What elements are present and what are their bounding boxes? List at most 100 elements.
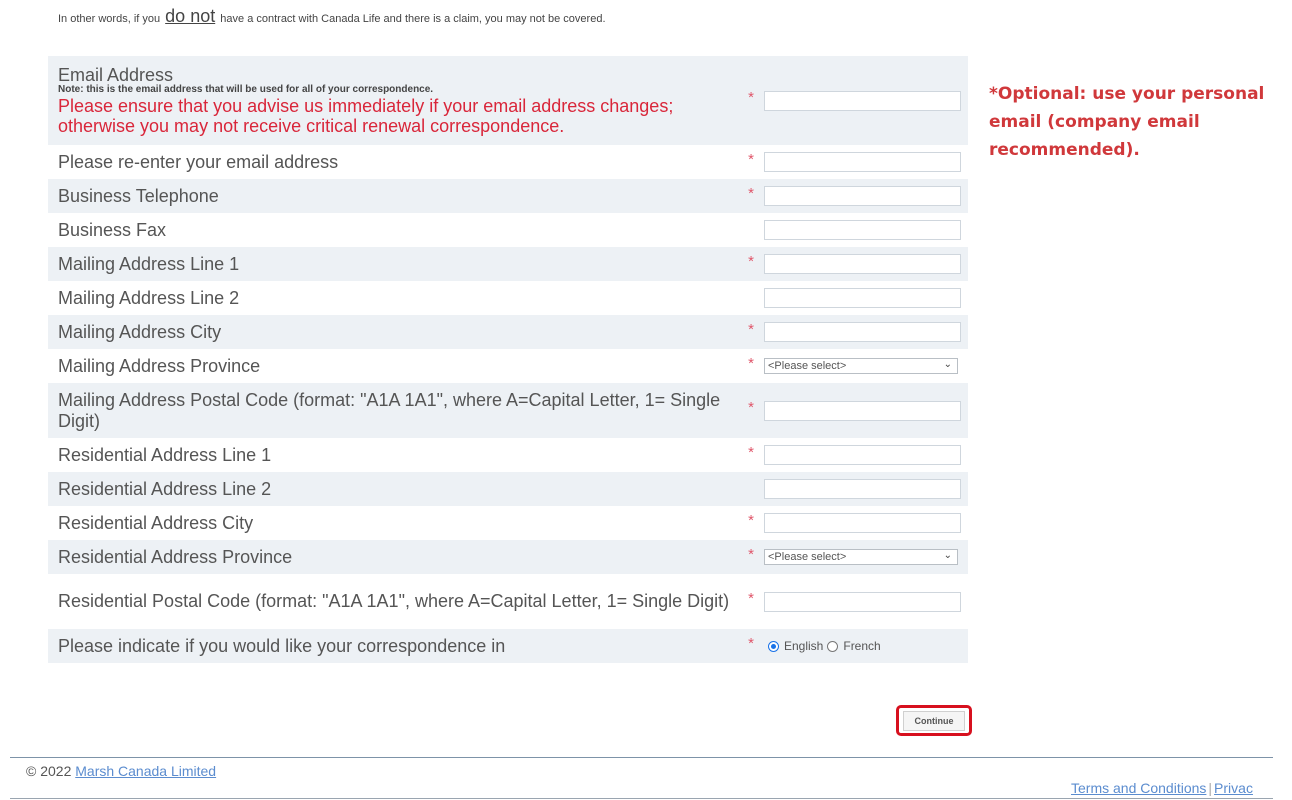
form-row: Please indicate if you would like your c…	[48, 629, 968, 663]
form-row: Business Telephone *	[48, 179, 968, 213]
intro-text: In other words, if you do not have a con…	[58, 6, 606, 27]
form-row: Residential Address City *	[48, 506, 968, 540]
form-row: Please re-enter your email address *	[48, 145, 968, 179]
field-label: Mailing Address City	[58, 321, 222, 342]
form-row: Mailing Address Line 1 *	[48, 247, 968, 281]
text-input[interactable]	[764, 445, 961, 465]
radio-label-french[interactable]: French	[843, 639, 880, 653]
email-label: Email Address	[58, 64, 174, 85]
text-input[interactable]	[764, 288, 961, 308]
required-marker: *	[748, 320, 754, 338]
required-marker: *	[748, 511, 754, 529]
required-marker: *	[748, 89, 754, 106]
optional-email-annotation: *Optional: use your personal email (comp…	[989, 84, 1265, 160]
field-label: Mailing Address Line 1	[58, 253, 240, 274]
text-input[interactable]	[764, 400, 961, 421]
text-input[interactable]	[764, 220, 961, 240]
form-row: Residential Address Line 1 *	[48, 438, 968, 472]
required-marker: *	[748, 184, 754, 202]
intro-prefix: In other words, if you	[58, 13, 161, 25]
contact-form: Email Address Note: this is the email ad…	[48, 56, 968, 663]
field-label: Residential Postal Code (format: "A1A 1A…	[58, 591, 730, 611]
form-row: Residential Postal Code (format: "A1A 1A…	[48, 574, 968, 629]
field-cell	[764, 400, 968, 421]
required-marker: *	[748, 399, 754, 416]
field-cell	[764, 513, 968, 533]
required-marker: *	[748, 443, 754, 461]
required-marker: *	[748, 354, 754, 372]
form-row: Business Fax	[48, 213, 968, 247]
email-label-cell: Email Address Note: this is the email ad…	[48, 66, 738, 136]
form-row: Residential Address Province * <Please sel…	[48, 540, 968, 574]
field-cell	[764, 322, 968, 342]
field-label: Residential Address City	[58, 512, 254, 533]
continue-highlight-box: Continue	[896, 705, 972, 736]
field-label: Please re-enter your email address	[58, 151, 339, 172]
form-row: Mailing Address Province * <Please select>…	[48, 349, 968, 383]
field-cell	[764, 591, 968, 612]
field-cell	[764, 445, 968, 465]
copyright: © 2022 Marsh Canada Limited	[26, 763, 216, 779]
text-input[interactable]	[764, 513, 961, 533]
email-warning: Please ensure that you advise us immedia…	[58, 95, 674, 136]
field-cell	[764, 220, 968, 240]
field-cell	[764, 254, 968, 274]
copyright-text: © 2022	[26, 763, 72, 779]
select-value: <Please select>	[768, 360, 847, 372]
field-label: Mailing Address Province	[58, 355, 261, 376]
field-cell	[764, 479, 968, 499]
text-input[interactable]	[764, 254, 961, 274]
field-label: Residential Address Line 2	[58, 478, 272, 499]
privacy-link[interactable]: Privac	[1214, 780, 1253, 796]
intro-suffix: have a contract with Canada Life and the…	[220, 13, 606, 25]
intro-emphasis: do not	[165, 6, 216, 26]
field-label: Mailing Address Postal Code (format: "A1…	[58, 389, 721, 431]
email-note: Note: this is the email address that wil…	[58, 83, 434, 95]
company-link[interactable]: Marsh Canada Limited	[75, 763, 216, 779]
field-cell	[764, 186, 968, 206]
terms-link[interactable]: Terms and Conditions	[1071, 780, 1206, 796]
text-input[interactable]	[764, 322, 961, 342]
footer-separator: |	[1208, 780, 1213, 796]
required-marker: *	[748, 150, 754, 168]
text-input[interactable]	[764, 591, 961, 612]
field-label: Residential Address Line 1	[58, 444, 272, 465]
chevron-down-icon: ⌄	[943, 359, 952, 370]
field-cell	[764, 288, 968, 308]
field-label: Business Fax	[58, 219, 167, 240]
radio-english[interactable]	[768, 640, 779, 652]
select-value: <Please select>	[768, 551, 847, 563]
field-label: Business Telephone	[58, 185, 219, 206]
text-input[interactable]	[764, 186, 961, 206]
field-label: Residential Address Province	[58, 546, 293, 567]
continue-button[interactable]: Continue	[903, 710, 965, 731]
footer-divider-bottom	[10, 798, 1273, 799]
field-label: Mailing Address Line 2	[58, 287, 240, 308]
form-row: Residential Address Line 2	[48, 472, 968, 506]
page: In other words, if you do not have a con…	[0, 0, 1292, 800]
field-cell: <Please select> ⌄	[764, 358, 968, 374]
form-row: Mailing Address City *	[48, 315, 968, 349]
field-cell: <Please select> ⌄	[764, 549, 968, 565]
form-row: Mailing Address Line 2	[48, 281, 968, 315]
province-select[interactable]: <Please select> ⌄	[764, 358, 958, 374]
required-marker: *	[748, 634, 754, 652]
required-marker: *	[748, 545, 754, 563]
text-input[interactable]	[764, 152, 961, 172]
field-cell	[764, 152, 968, 172]
text-input[interactable]	[764, 479, 961, 499]
chevron-down-icon: ⌄	[943, 550, 952, 561]
field-cell: English French	[764, 639, 968, 653]
radio-french[interactable]	[827, 640, 839, 652]
language-radio-group: English French	[764, 639, 885, 653]
radio-label-english[interactable]: English	[784, 639, 823, 653]
footer-divider-top	[10, 757, 1273, 758]
form-row: Mailing Address Postal Code (format: "A1…	[48, 383, 968, 438]
form-row-email: Email Address Note: this is the email ad…	[48, 56, 968, 145]
email-input[interactable]	[764, 90, 961, 111]
province-select[interactable]: <Please select> ⌄	[764, 549, 958, 565]
required-marker: *	[748, 252, 754, 270]
field-label: Please indicate if you would like your c…	[58, 635, 506, 656]
required-marker: *	[748, 590, 754, 607]
footer-links: Terms and Conditions | Privac	[1071, 780, 1273, 796]
